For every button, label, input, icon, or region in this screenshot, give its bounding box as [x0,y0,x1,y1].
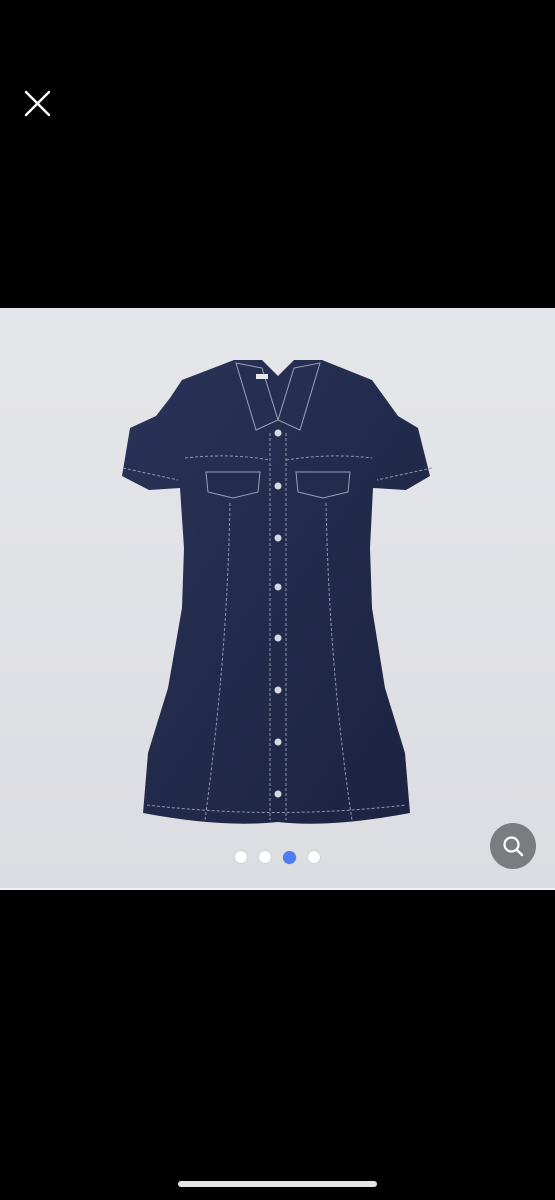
close-button[interactable] [22,88,54,120]
carousel-indicators [0,851,555,864]
carousel-dot[interactable] [259,851,271,863]
zoom-button[interactable] [490,823,536,869]
close-icon [24,90,51,117]
carousel-dot[interactable] [235,851,247,863]
search-icon [503,836,524,857]
product-photo [122,360,433,824]
carousel-dot-active[interactable] [283,851,296,864]
divider [0,888,555,890]
carousel-dot[interactable] [308,851,320,863]
product-image-viewer[interactable] [0,308,555,888]
home-indicator[interactable] [178,1181,377,1187]
